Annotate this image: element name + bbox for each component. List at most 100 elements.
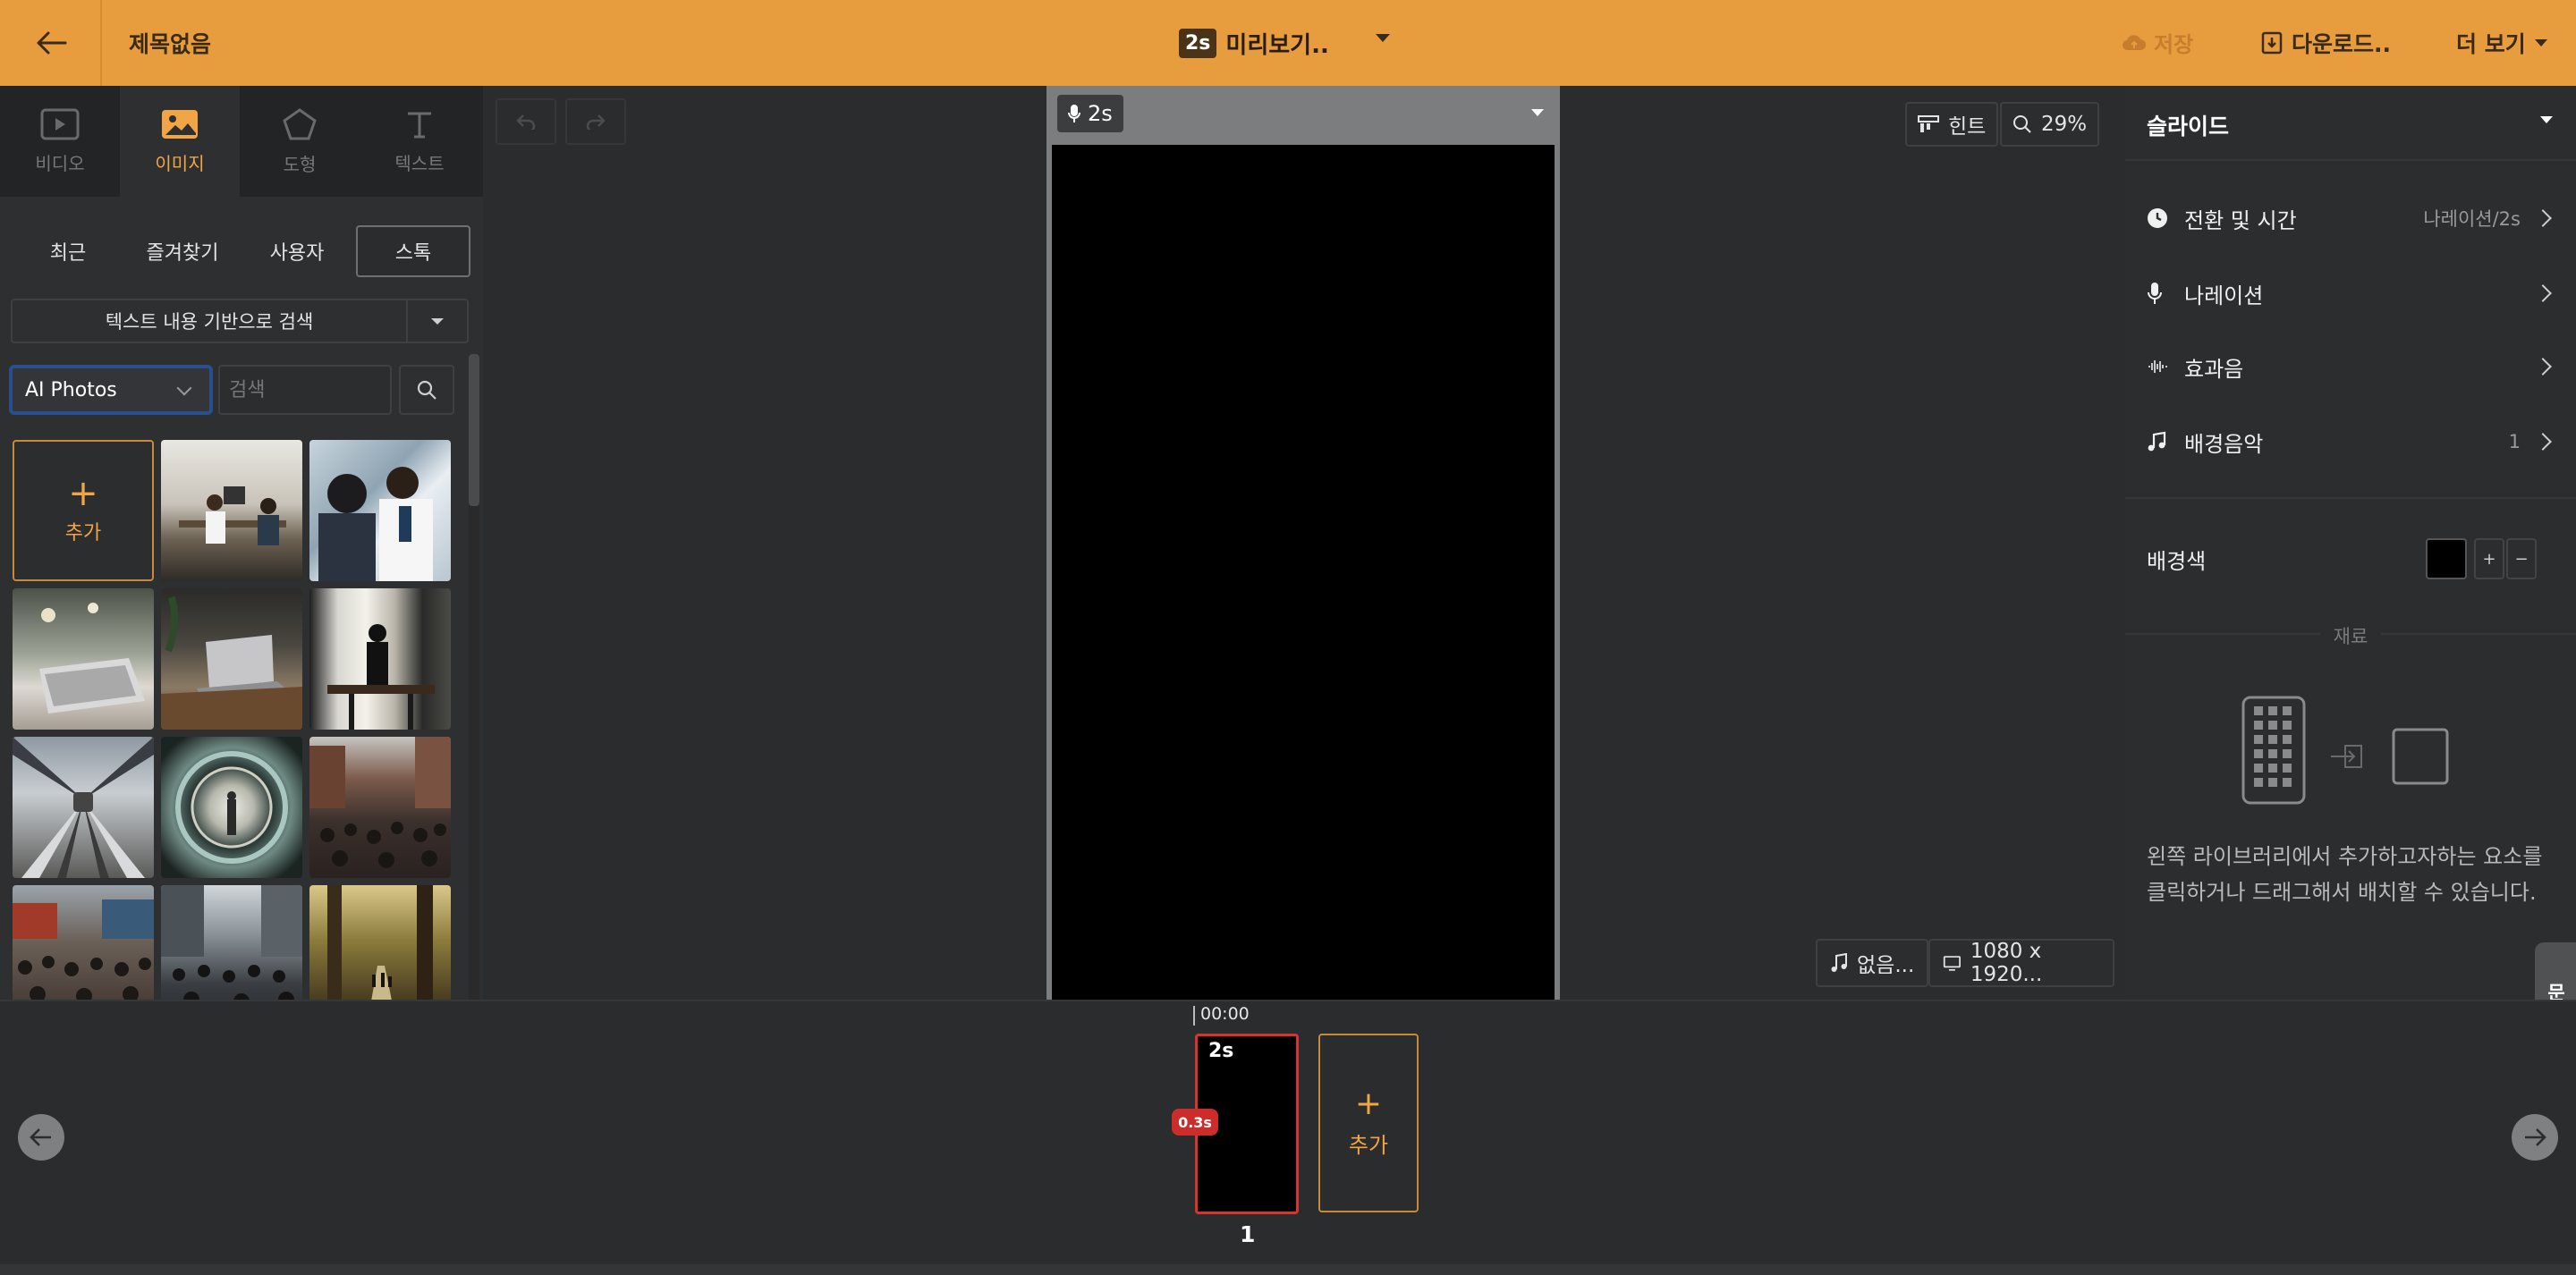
background-color-swatch[interactable] [2426, 538, 2467, 579]
doctor-office-photo[interactable] [161, 440, 302, 581]
plus-icon: + [68, 473, 98, 514]
library-panel: 비디오 이미지 도형 텍스트 최근 즐겨찾기 사용자 스톡 텍스트 내용 기반으… [0, 86, 483, 1000]
image-icon [162, 109, 198, 139]
laptop-desk-photo[interactable] [13, 588, 154, 730]
back-button[interactable] [30, 23, 73, 63]
hint-label: 힌트 [1948, 115, 1987, 139]
top-bar: 제목없음 2s 미리보기.. 저장 다운로드.. 더 보기 [0, 0, 2576, 86]
stage-dropdown-caret-icon[interactable] [1531, 109, 1544, 116]
panel-divider [2125, 159, 2576, 161]
microphone-icon [2147, 282, 2174, 305]
background-color-add-button[interactable]: + [2474, 538, 2504, 579]
more-label: 더 보기 [2456, 31, 2526, 57]
playhead-marker[interactable] [1193, 1006, 1195, 1026]
photo-source-value: AI Photos [25, 378, 117, 401]
search-button[interactable] [399, 365, 454, 415]
minus-icon: − [2514, 549, 2529, 569]
undo-button[interactable] [496, 98, 556, 145]
doctor-patient-photo[interactable] [309, 440, 451, 581]
subtab-user[interactable]: 사용자 [240, 225, 354, 277]
add-slide-label: 추가 [1348, 1132, 1389, 1158]
photo-source-select[interactable]: AI Photos [9, 365, 213, 415]
timeline-prev-button[interactable] [18, 1114, 64, 1161]
tab-video[interactable]: 비디오 [0, 86, 120, 197]
project-title[interactable]: 제목없음 [129, 27, 211, 59]
transition-time-row[interactable]: 전환 및 시간 나레이션/2s [2147, 193, 2555, 243]
train-tunnel-photo[interactable] [13, 737, 154, 878]
save-button[interactable]: 저장 [2122, 27, 2193, 58]
chevron-down-icon [2534, 39, 2547, 46]
search-input[interactable] [218, 365, 392, 415]
resolution-button[interactable]: 1080 x 1920... [1928, 939, 2114, 987]
search-icon [417, 380, 436, 400]
subtab-recent[interactable]: 최근 [11, 225, 125, 277]
preview-button[interactable]: 2s 미리보기.. [1179, 25, 1329, 61]
slide-preview[interactable] [1052, 145, 1555, 1000]
add-slide-button[interactable]: + 추가 [1318, 1034, 1419, 1212]
hint-button[interactable]: 힌트 [1905, 102, 1999, 147]
pentagon-icon [283, 107, 317, 139]
resolution-value: 1080 x 1920... [1970, 940, 2043, 986]
chevron-down-icon [431, 317, 444, 325]
text-search-button[interactable]: 텍스트 내용 기반으로 검색 [13, 300, 408, 342]
drag-hint-illustration [2241, 696, 2456, 812]
crowd-market-photo[interactable] [13, 885, 154, 1000]
image-source-tabs: 최근 즐겨찾기 사용자 스톡 [11, 225, 472, 277]
music-note-icon [1831, 953, 1847, 972]
download-button[interactable]: 다운로드.. [2261, 27, 2391, 59]
tab-text-label: 텍스트 [394, 152, 445, 174]
slide-duration: 2s [1208, 1040, 1234, 1062]
crowd-street-photo[interactable] [309, 737, 451, 878]
tab-image[interactable]: 이미지 [120, 86, 240, 197]
text-search-dropdown[interactable] [408, 300, 467, 342]
plus-icon: + [2482, 549, 2496, 569]
chevron-right-icon [2534, 209, 2552, 227]
crowd-city-photo[interactable] [161, 885, 302, 1000]
sound-effect-row[interactable]: 효과음 [2147, 342, 2555, 392]
music-note-icon [2147, 431, 2174, 452]
redo-button[interactable] [565, 98, 626, 145]
playhead-time: 00:00 [1200, 1004, 1250, 1024]
chevron-right-icon [2534, 433, 2552, 451]
narration-row[interactable]: 나레이션 [2147, 268, 2555, 318]
text-content-search: 텍스트 내용 기반으로 검색 [11, 299, 469, 343]
add-image-button[interactable]: + 추가 [13, 440, 154, 581]
timeline-next-button[interactable] [2512, 1114, 2558, 1161]
tunnel-portal-photo[interactable] [161, 737, 302, 878]
narration-duration-chip[interactable]: 2s [1057, 95, 1123, 132]
laptop-window-photo[interactable] [161, 588, 302, 730]
background-music-row[interactable]: 배경음악 1 [2147, 417, 2555, 467]
chevron-down-icon [176, 380, 192, 396]
panel-divider [2125, 497, 2576, 499]
editor-canvas: 2s 힌트 29% 없음... 1080 x 1920... [483, 86, 2125, 1000]
transition-badge[interactable]: 0.3s [1172, 1109, 1218, 1136]
video-icon [40, 108, 80, 139]
background-color-remove-button[interactable]: − [2506, 538, 2537, 579]
undo-icon [516, 114, 536, 130]
arrow-right-icon [2525, 1128, 2546, 1146]
clock-icon [2147, 207, 2174, 229]
waveform-icon [2147, 356, 2174, 377]
narration-label: 나레이션 [2184, 283, 2264, 308]
tab-shape[interactable]: 도형 [240, 86, 360, 197]
plus-icon: + [1354, 1085, 1383, 1122]
hint-icon [1918, 115, 1939, 132]
more-menu-button[interactable]: 더 보기 [2456, 27, 2547, 59]
add-image-label: 추가 [64, 522, 102, 545]
panel-collapse-caret-icon[interactable] [2540, 116, 2553, 123]
background-color-label: 배경색 [2147, 549, 2207, 574]
arrow-left-icon [30, 1128, 51, 1146]
download-label: 다운로드.. [2292, 31, 2391, 57]
subtab-stock[interactable]: 스톡 [356, 225, 470, 277]
zoom-icon [2013, 115, 2031, 133]
subtab-favorites[interactable]: 즐겨찾기 [125, 225, 240, 277]
office-silhouette-photo[interactable] [309, 588, 451, 730]
library-scrollbar-thumb[interactable] [469, 354, 479, 506]
zoom-button[interactable]: 29% [2000, 102, 2100, 147]
park-path-photo[interactable] [309, 885, 451, 1000]
background-music-count: 1 [2508, 431, 2521, 452]
tab-text[interactable]: 텍스트 [360, 86, 479, 197]
preview-dropdown-caret-icon[interactable] [1376, 34, 1390, 42]
tab-shape-label: 도형 [283, 153, 317, 175]
background-music-button[interactable]: 없음... [1816, 939, 1929, 987]
